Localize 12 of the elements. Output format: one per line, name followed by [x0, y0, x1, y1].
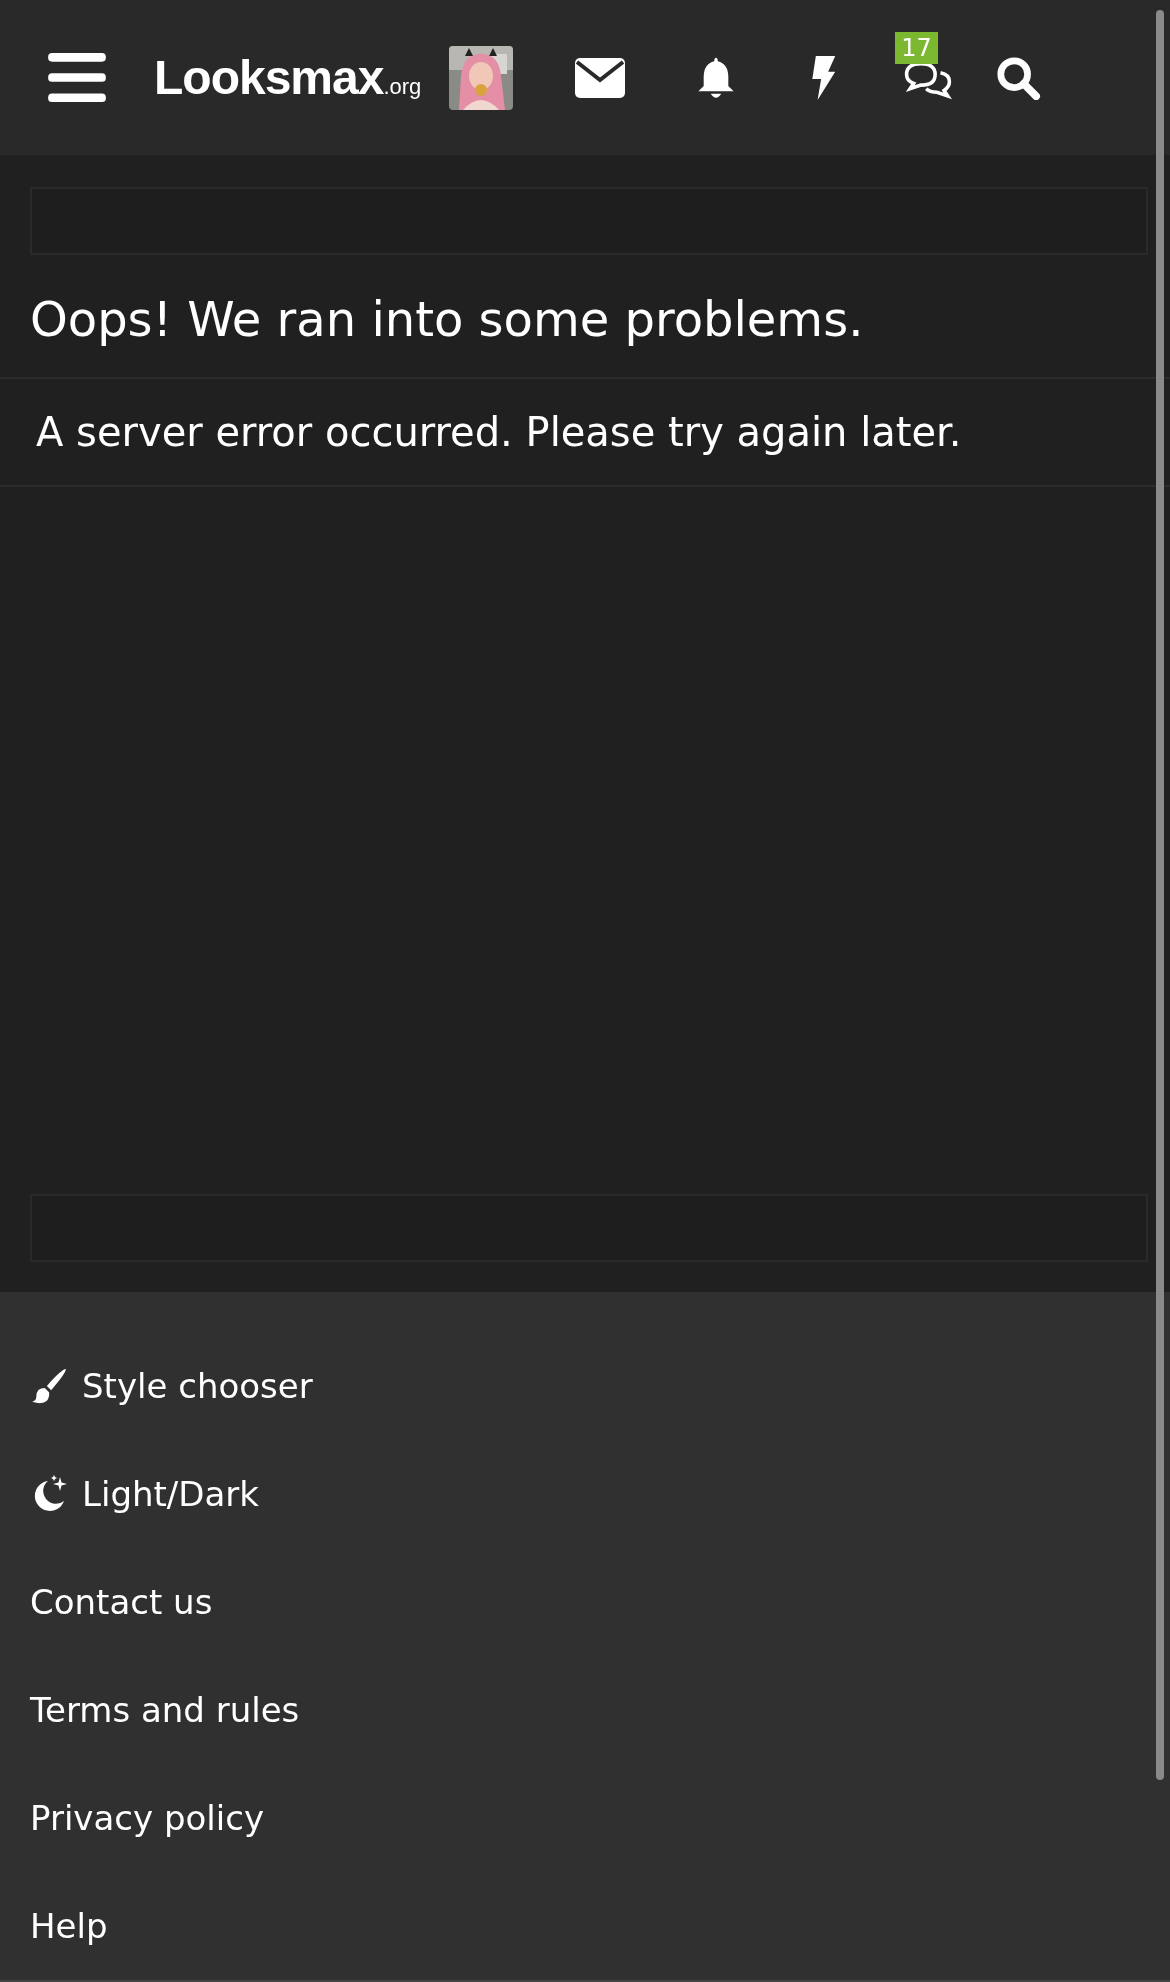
- footer-link[interactable]: Contact us: [30, 1548, 1140, 1656]
- site-logo[interactable]: Looksmax.org: [154, 50, 422, 105]
- footer-link[interactable]: Terms and rules: [30, 1656, 1140, 1764]
- footer-link[interactable]: Privacy policy: [30, 1764, 1140, 1872]
- footer-link[interactable]: Light/Dark: [30, 1440, 1140, 1548]
- footer-link[interactable]: Help: [30, 1872, 1140, 1980]
- notification-badge: 17: [895, 31, 938, 65]
- footer-link[interactable]: Style chooser: [30, 1332, 1140, 1440]
- paintbrush-icon: [30, 1367, 68, 1405]
- menu-icon[interactable]: [48, 52, 106, 103]
- scrollbar[interactable]: [1156, 10, 1164, 1780]
- envelope-icon[interactable]: [575, 55, 626, 100]
